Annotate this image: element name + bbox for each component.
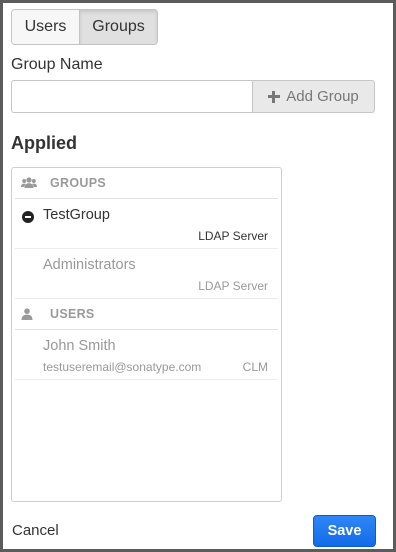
user-name: John Smith — [43, 338, 116, 354]
applied-heading: Applied — [11, 133, 77, 153]
add-group-button[interactable]: Add Group — [252, 80, 375, 113]
group-name: TestGroup — [43, 207, 110, 223]
add-group-label: Add Group — [286, 88, 359, 105]
plus-icon — [268, 90, 281, 103]
groups-section-title: GROUPS — [50, 176, 106, 190]
group-source: LDAP Server — [198, 229, 268, 243]
group-name: Administrators — [43, 257, 136, 273]
tab-users[interactable]: Users — [12, 10, 79, 44]
list-item: John Smith testuseremail@sonatype.com CL… — [15, 330, 278, 380]
dialog: Users Groups Group Name Add Group Applie… — [0, 0, 396, 552]
tab-groups[interactable]: Groups — [79, 10, 157, 44]
list-item: TestGroup LDAP Server — [15, 199, 278, 249]
group-name-input-group: Add Group — [11, 80, 375, 113]
users-section-title: USERS — [50, 307, 95, 321]
group-name-input[interactable] — [11, 80, 252, 113]
save-button[interactable]: Save — [313, 515, 376, 547]
applied-list: GROUPS TestGroup LDAP Server Administrat… — [11, 167, 282, 502]
users-groups-toggle: Users Groups — [11, 9, 158, 45]
list-item: Administrators LDAP Server — [15, 249, 278, 299]
users-section-header: USERS — [15, 299, 278, 330]
user-icon — [21, 307, 37, 321]
user-email: testuseremail@sonatype.com — [43, 360, 202, 374]
groups-section-header: GROUPS — [15, 168, 278, 199]
user-source: CLM — [242, 360, 268, 374]
cancel-button[interactable]: Cancel — [12, 522, 59, 539]
minus-circle-icon[interactable] — [22, 211, 34, 223]
group-name-label: Group Name — [11, 56, 103, 73]
group-icon — [21, 176, 37, 190]
group-source: LDAP Server — [198, 279, 268, 293]
